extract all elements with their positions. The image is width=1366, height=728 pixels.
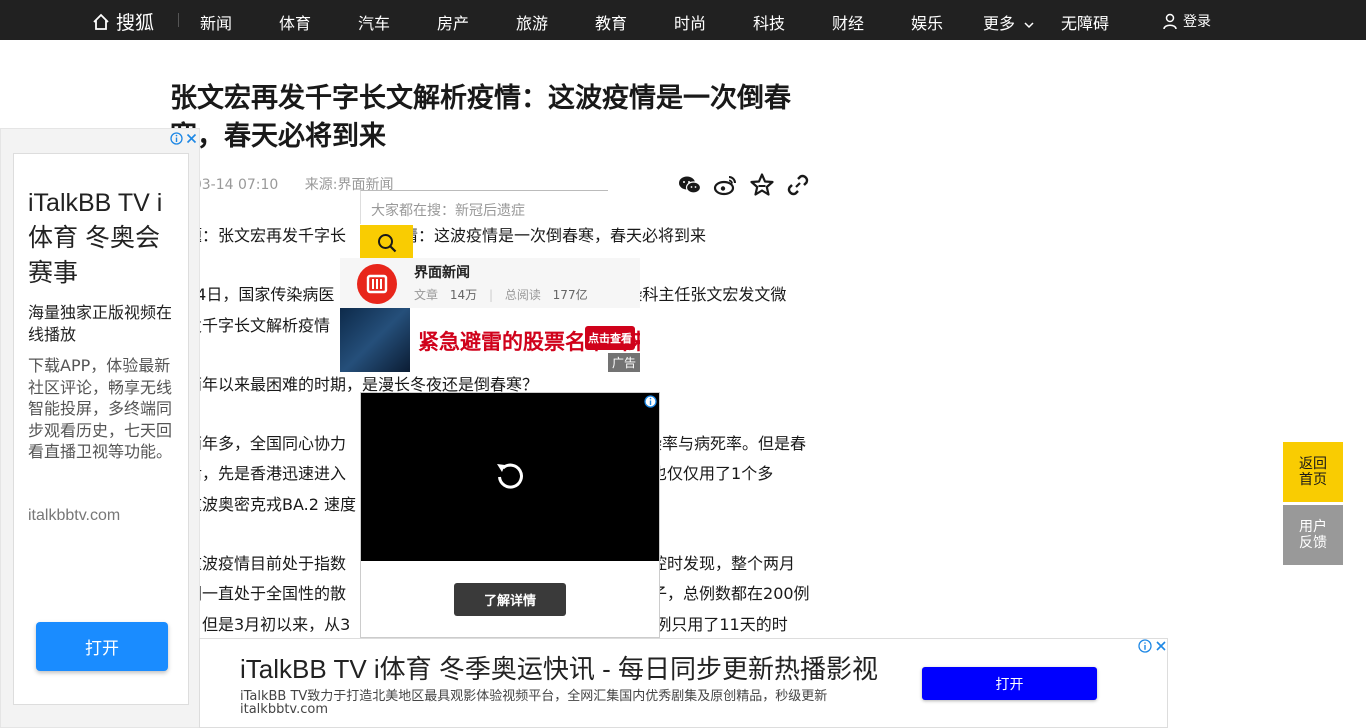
banner-ad-cta[interactable]: 点击查看 (585, 326, 635, 350)
paragraph-text: 子，总例数都在200例 (651, 584, 810, 603)
video-player[interactable] (361, 393, 659, 561)
user-icon (1163, 13, 1177, 29)
search-icon (377, 234, 396, 253)
user-feedback-label: 用户反馈 (1299, 519, 1327, 551)
paragraph-text: 染科主任张文宏发文微 (626, 285, 787, 304)
author-avatar[interactable] (357, 264, 397, 304)
reads-label: 总阅读 (504, 288, 541, 302)
nav-tech[interactable]: 科技 (753, 10, 785, 34)
left-ad-subline: 海量独家正版视频在线播放 (28, 303, 173, 344)
ad-info-icon[interactable] (644, 395, 657, 408)
author-card[interactable]: 界面新闻 文章 14万 | 总阅读 177亿 (340, 258, 640, 308)
left-ad-open-button[interactable]: 打开 (36, 622, 168, 671)
nav-auto[interactable]: 汽车 (358, 10, 390, 34)
nav-sports[interactable]: 体育 (279, 10, 311, 34)
top-navigation: 搜狐 新闻 体育 汽车 房产 旅游 教育 时尚 科技 财经 娱乐 更多 无障碍 … (0, 0, 1366, 40)
sohu-logo[interactable]: 搜狐 (92, 8, 154, 35)
reads-count: 177亿 (552, 288, 588, 302)
wechat-icon[interactable] (677, 172, 703, 198)
left-ad-body: 下载APP，体验最新社区评论，畅享无线智能投屏，多终端同步观看历史，七天回看直播… (28, 356, 173, 462)
nav-news[interactable]: 新闻 (200, 10, 232, 34)
left-ad-domain: italkbbtv.com (28, 507, 121, 524)
nav-more-label: 更多 (983, 14, 1016, 33)
author-stats: 文章 14万 | 总阅读 177亿 (414, 286, 588, 303)
search-button[interactable] (360, 225, 413, 261)
favorite-star-icon[interactable] (749, 172, 775, 198)
nav-entertainment[interactable]: 娱乐 (911, 10, 943, 34)
stock-banner-ad[interactable]: 紧急避雷的股票名单出来了 点击查看 广告 (340, 308, 640, 372)
nav-travel[interactable]: 旅游 (516, 10, 548, 34)
copy-link-icon[interactable] (785, 172, 811, 198)
ad-info-icon[interactable] (1138, 639, 1152, 653)
left-side-ad[interactable]: iTalkBB TV i体育 冬奥会赛事 海量独家正版视频在线播放 下载APP，… (0, 128, 200, 728)
author-name[interactable]: 界面新闻 (414, 262, 470, 282)
nav-more[interactable]: 更多 (983, 10, 1034, 34)
left-ad-card[interactable]: iTalkBB TV i体育 冬奥会赛事 海量独家正版视频在线播放 下载APP，… (13, 153, 189, 705)
learn-more-button[interactable]: 了解详情 (454, 583, 566, 616)
ad-close-icon[interactable] (185, 132, 198, 145)
ad-close-icon[interactable] (1154, 639, 1168, 653)
articles-label: 文章 (414, 288, 439, 302)
nav-fashion[interactable]: 时尚 (674, 10, 706, 34)
paragraph-text: 控时发现，整个两月 (651, 554, 796, 573)
nav-education[interactable]: 教育 (595, 10, 627, 34)
article-overlay-popup: 大家都在搜：新冠后遗症 界面新闻 文章 14万 | 总阅读 177亿 紧急避雷的… (340, 190, 640, 372)
banner-ad-image (340, 308, 410, 372)
jiemian-logo-icon (366, 274, 388, 294)
nav-finance[interactable]: 财经 (832, 10, 864, 34)
logo-text: 搜狐 (116, 12, 155, 34)
paragraph-text: 染率与病死率。但是春 (646, 434, 807, 453)
back-to-home-label: 返回首页 (1299, 456, 1327, 488)
bottom-ad-open-button[interactable]: 打开 (922, 667, 1097, 700)
stats-divider: | (488, 288, 493, 302)
articles-count: 14万 (449, 288, 478, 302)
ad-label: 广告 (607, 353, 640, 372)
weibo-icon[interactable] (713, 172, 739, 198)
user-feedback-button[interactable]: 用户反馈 (1283, 505, 1343, 565)
nav-divider (178, 13, 179, 27)
replay-icon[interactable] (493, 460, 527, 494)
left-ad-headline: iTalkBB TV i体育 冬奥会赛事 (28, 189, 163, 287)
bottom-banner-ad[interactable]: iTalkBB TV i体育 冬季奥运快讯 - 每日同步更新热播影视 iTalk… (199, 638, 1168, 728)
ad-info-icon[interactable] (170, 132, 183, 145)
paragraph-text: 例只用了11天的时 (655, 615, 788, 634)
nav-house[interactable]: 房产 (437, 10, 469, 34)
nav-accessibility[interactable]: 无障碍 (1061, 10, 1109, 34)
chevron-down-icon (1024, 21, 1034, 28)
bottom-ad-headline: iTalkBB TV i体育 冬季奥运快讯 - 每日同步更新热播影视 (240, 654, 879, 684)
video-ad[interactable]: 了解详情 (360, 392, 660, 638)
login-button[interactable]: 登录 (1162, 11, 1211, 31)
bottom-ad-domain: italkbbtv.com (240, 702, 328, 717)
home-icon (93, 13, 109, 30)
login-label: 登录 (1183, 14, 1211, 30)
back-to-home-button[interactable]: 返回首页 (1283, 442, 1343, 502)
search-input[interactable]: 大家都在搜：新冠后遗症 (360, 190, 608, 224)
paragraph-text: 也仅仅用了1个多 (651, 464, 774, 483)
bottom-ad-description: iTalkBB TV致力于打造北美地区最具观影体验视频平台，全网汇集国内优秀剧集… (240, 689, 828, 704)
article-title: 张文宏再发千字长文解析疫情：这波疫情是一次倒春寒，春天必将到来 (170, 83, 791, 152)
